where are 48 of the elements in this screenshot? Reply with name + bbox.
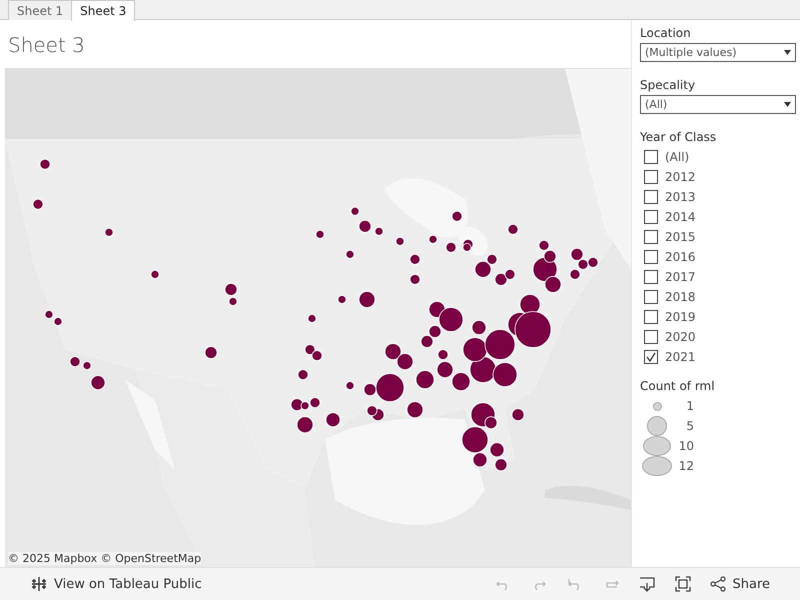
view-on-tableau-link[interactable]: View on Tableau Public: [30, 575, 202, 593]
legend-value: 5: [685, 419, 694, 433]
checkbox-label: 2020: [665, 330, 696, 344]
legend-value: 10: [678, 439, 694, 453]
checkbox-label: 2013: [665, 190, 696, 204]
filter-dropdown[interactable]: (Multiple values): [640, 43, 796, 62]
checkbox[interactable]: [644, 270, 658, 284]
download-icon[interactable]: [638, 575, 656, 593]
size-circle-icon: [647, 416, 667, 436]
checkbox-label: 2014: [665, 210, 696, 224]
filter-label: Specality: [640, 78, 696, 92]
size-circle-icon: [642, 456, 672, 476]
filter-label: Location: [640, 26, 692, 40]
checkbox[interactable]: [644, 210, 658, 224]
checkbox-label: 2021: [665, 350, 696, 364]
checkbox-label: 2012: [665, 170, 696, 184]
checkbox[interactable]: [644, 250, 658, 264]
checkbox-label: 2017: [665, 270, 696, 284]
checkbox[interactable]: [644, 150, 658, 164]
sheet-tab[interactable]: Sheet 1: [8, 0, 72, 20]
checkbox[interactable]: [644, 190, 658, 204]
checkbox[interactable]: [644, 170, 658, 184]
sheet-title: Sheet 3: [7, 32, 86, 59]
checkbox-label: 2018: [665, 290, 696, 304]
checkbox[interactable]: [644, 310, 658, 324]
checkbox[interactable]: [644, 290, 658, 304]
checkbox-label: 2019: [665, 310, 696, 324]
size-circle-icon: [643, 436, 671, 456]
map-attribution: © 2025 Mapbox © OpenStreetMap: [8, 552, 202, 565]
filter-dropdown[interactable]: (All): [640, 95, 796, 114]
logo-icon: [30, 575, 48, 593]
checkbox-label: (All): [665, 150, 690, 164]
fullscreen-icon[interactable]: [674, 575, 692, 593]
sheet-tab[interactable]: Sheet 3: [71, 0, 136, 21]
filter-label: Year of Class: [640, 130, 718, 144]
legend-value: 12: [678, 459, 694, 473]
share-button[interactable]: Share: [710, 576, 770, 592]
size-circle-icon: [652, 402, 662, 410]
checkbox[interactable]: [644, 230, 658, 244]
checkbox[interactable]: [644, 330, 658, 344]
legend-title: Count of rml: [640, 379, 716, 393]
checkbox[interactable]: [644, 350, 658, 364]
legend-value: 1: [685, 399, 694, 413]
share-icon: [710, 576, 726, 592]
checkbox-label: 2015: [665, 230, 696, 244]
caret-icon: [784, 102, 791, 107]
checkbox-label: 2016: [665, 250, 696, 264]
caret-icon: [784, 50, 791, 55]
